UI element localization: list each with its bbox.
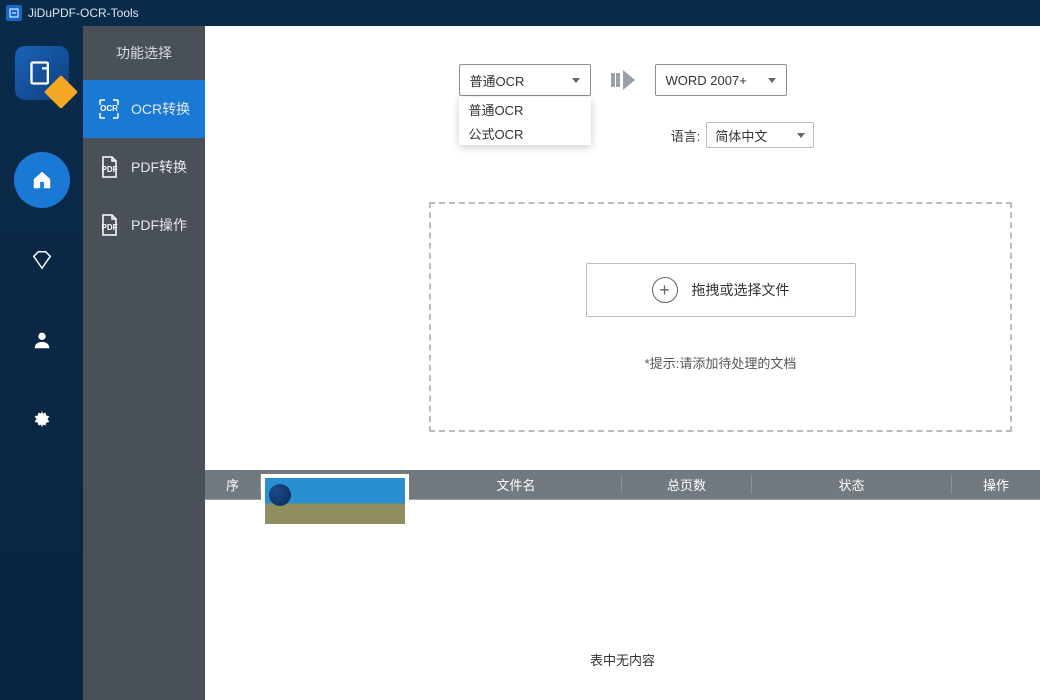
conversion-controls: 普通OCR 普通OCR 公式OCR WORD 2007+ xyxy=(205,64,1040,96)
target-format-value: WORD 2007+ xyxy=(666,73,747,88)
rail-home[interactable] xyxy=(14,152,70,208)
th-ops: 操作 xyxy=(952,475,1040,494)
th-pages: 总页数 xyxy=(622,475,752,494)
rail-settings[interactable] xyxy=(14,392,70,448)
sidebar-item-ocr[interactable]: OCR OCR转换 xyxy=(83,80,205,138)
language-select[interactable]: 简体中文 xyxy=(706,122,814,148)
nav-rail xyxy=(0,26,83,700)
chevron-down-icon xyxy=(572,78,580,83)
main-panel: 普通OCR 普通OCR 公式OCR WORD 2007+ 语言: 简体中文 xyxy=(205,26,1040,700)
file-dropzone[interactable]: + 拖拽或选择文件 *提示:请添加待处理的文档 xyxy=(429,202,1012,432)
sidebar: 功能选择 OCR OCR转换 PDF PDF转换 PDF PDF操作 xyxy=(83,26,205,700)
source-format-select[interactable]: 普通OCR 普通OCR 公式OCR xyxy=(459,64,591,96)
thumbnail-preview[interactable] xyxy=(261,474,409,528)
chevron-down-icon xyxy=(797,133,805,138)
th-index: 序 xyxy=(205,475,261,494)
chevron-down-icon xyxy=(768,78,776,83)
pdf-icon: PDF xyxy=(97,155,121,179)
source-format-dropdown: 普通OCR 公式OCR xyxy=(459,97,591,145)
dropdown-option[interactable]: 普通OCR xyxy=(459,97,591,121)
app-icon xyxy=(6,5,22,21)
svg-text:PDF: PDF xyxy=(102,165,118,174)
app-logo xyxy=(15,46,69,100)
file-table: 序 文件名 总页数 状态 操作 表中无内容 xyxy=(205,470,1040,700)
svg-text:PDF: PDF xyxy=(102,223,118,232)
language-label: 语言: xyxy=(671,126,701,145)
sidebar-item-label: PDF操作 xyxy=(131,215,187,235)
th-status: 状态 xyxy=(752,475,952,494)
svg-text:OCR: OCR xyxy=(100,104,118,113)
rail-user[interactable] xyxy=(14,312,70,368)
thumbnail-image xyxy=(265,478,405,524)
title-bar: JiDuPDF-OCR-Tools xyxy=(0,0,1040,26)
sidebar-item-pdfops[interactable]: PDF PDF操作 xyxy=(83,196,205,254)
app-title: JiDuPDF-OCR-Tools xyxy=(28,6,139,20)
ocr-icon: OCR xyxy=(97,97,121,121)
table-empty-message: 表中无内容 xyxy=(205,650,1040,669)
sidebar-item-label: PDF转换 xyxy=(131,157,187,177)
rail-diamond[interactable] xyxy=(14,232,70,288)
convert-arrow-icon xyxy=(611,70,635,90)
sidebar-title: 功能选择 xyxy=(83,26,205,80)
target-format-select[interactable]: WORD 2007+ xyxy=(655,64,787,96)
th-filename: 文件名 xyxy=(411,475,622,494)
sidebar-item-label: OCR转换 xyxy=(131,99,190,119)
language-value: 简体中文 xyxy=(715,126,767,145)
language-row: 语言: 简体中文 xyxy=(205,122,1040,148)
add-file-button[interactable]: + 拖拽或选择文件 xyxy=(586,263,856,317)
dropdown-option[interactable]: 公式OCR xyxy=(459,121,591,145)
plus-icon: + xyxy=(652,277,678,303)
source-format-value: 普通OCR xyxy=(470,71,525,90)
sidebar-item-pdfconv[interactable]: PDF PDF转换 xyxy=(83,138,205,196)
pdf-ops-icon: PDF xyxy=(97,213,121,237)
dropzone-hint: *提示:请添加待处理的文档 xyxy=(645,353,797,372)
add-file-label: 拖拽或选择文件 xyxy=(692,280,790,300)
